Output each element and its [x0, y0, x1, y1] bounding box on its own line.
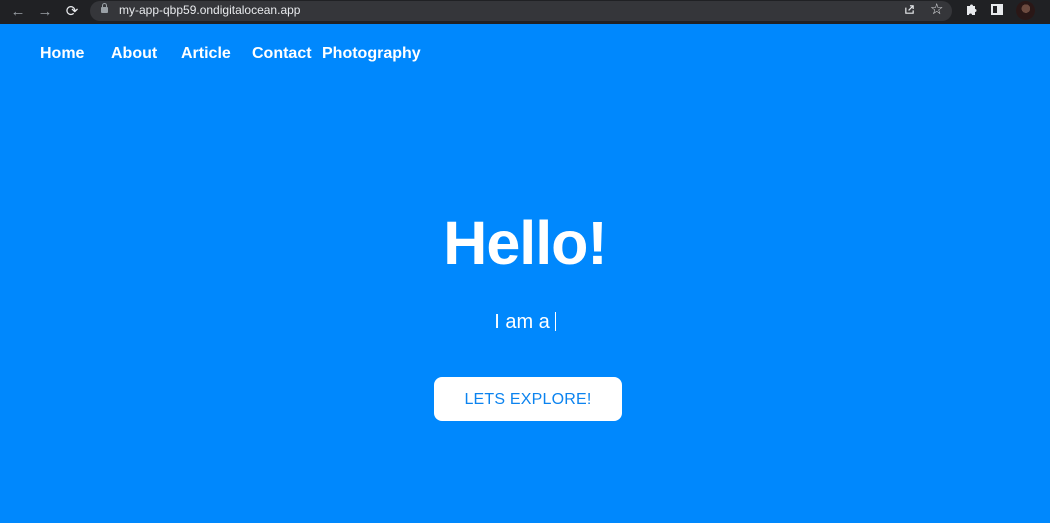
subtitle-text: I am a: [494, 311, 550, 333]
lock-icon: [101, 3, 108, 13]
star-icon[interactable]: ☆: [930, 2, 943, 17]
browser-toolbar: ← → ⟳ my-app-qbp59.ondigitalocean.app ☆: [0, 0, 1050, 24]
nav-about-link[interactable]: About: [111, 45, 157, 63]
reload-icon[interactable]: ⟳: [63, 2, 81, 20]
typing-subtitle: I am a: [0, 310, 1050, 334]
text-cursor: [554, 312, 556, 331]
nav-home-link[interactable]: Home: [40, 45, 84, 63]
hero-title: Hello!: [443, 208, 607, 277]
nav-contact-link[interactable]: Contact: [252, 45, 312, 63]
avatar[interactable]: [1016, 1, 1035, 20]
page-content: Home About Article Contact Photography H…: [0, 24, 1050, 523]
address-bar[interactable]: my-app-qbp59.ondigitalocean.app: [90, 1, 952, 21]
extensions-icon[interactable]: [964, 3, 978, 17]
forward-arrow-icon[interactable]: →: [36, 2, 54, 20]
side-panel-icon[interactable]: [991, 4, 1003, 15]
nav-article-link[interactable]: Article: [181, 45, 231, 63]
url-text: my-app-qbp59.ondigitalocean.app: [119, 3, 301, 17]
lets-explore-button[interactable]: LETS EXPLORE!: [434, 377, 622, 421]
back-arrow-icon[interactable]: ←: [9, 2, 27, 20]
nav-photography-link[interactable]: Photography: [322, 45, 421, 63]
share-icon[interactable]: [904, 4, 915, 15]
